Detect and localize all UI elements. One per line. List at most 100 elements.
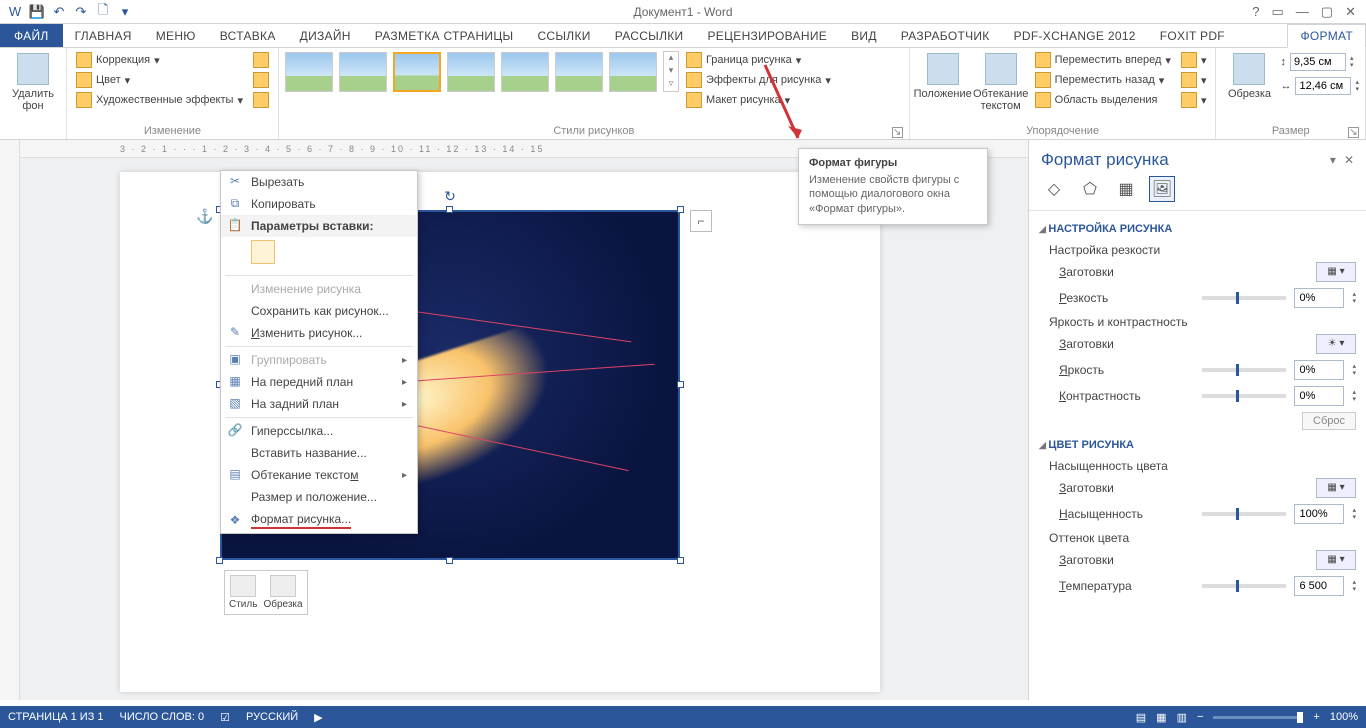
tab-insert[interactable]: ВСТАВКА (208, 24, 288, 47)
resize-handle[interactable] (677, 557, 684, 564)
layout-options-icon[interactable]: ⌐ (690, 210, 712, 232)
ribbon-display-icon[interactable]: ▭ (1272, 4, 1284, 20)
tab-pagelayout[interactable]: РАЗМЕТКА СТРАНИЦЫ (363, 24, 526, 47)
tab-file[interactable]: ФАЙЛ (0, 24, 63, 47)
fill-line-icon[interactable]: ◇ (1041, 176, 1067, 202)
wrap-text-button[interactable]: Обтекание текстом (974, 51, 1028, 114)
rotate-button[interactable]: ▾ (1178, 91, 1210, 109)
ctx-copy[interactable]: ⧉Копировать (221, 193, 417, 215)
sharpen-presets-button[interactable]: ▦ ▾ (1316, 262, 1356, 282)
redo-icon[interactable]: ↷ (72, 3, 90, 21)
ctx-send-back[interactable]: ▧На задний план▸ (221, 393, 417, 415)
color-button[interactable]: Цвет ▾ (73, 71, 246, 89)
view-print-icon[interactable]: ▤ (1136, 711, 1146, 724)
mini-style-button[interactable]: Стиль (229, 575, 257, 610)
section-picture-corrections[interactable]: НАСТРОЙКА РИСУНКА (1039, 217, 1356, 239)
page[interactable]: ⚓ ↻ ⌐ ✂Вырезать (120, 172, 880, 692)
ctx-cut[interactable]: ✂Вырезать (221, 171, 417, 193)
style-thumb[interactable] (393, 52, 441, 92)
close-icon[interactable]: ✕ (1345, 4, 1356, 20)
tab-foxit[interactable]: Foxit PDF (1148, 24, 1237, 47)
width-spinner[interactable]: ↔▴▾ (1280, 77, 1359, 95)
picture-layout-button[interactable]: Макет рисунка ▾ (683, 91, 834, 109)
artistic-effects-button[interactable]: Художественные эффекты ▾ (73, 91, 246, 109)
temperature-slider[interactable] (1202, 584, 1286, 588)
resize-handle[interactable] (446, 557, 453, 564)
style-thumb[interactable] (609, 52, 657, 92)
tab-pdfxchange[interactable]: PDF-XChange 2012 (1002, 24, 1148, 47)
word-count[interactable]: ЧИСЛО СЛОВ: 0 (120, 711, 205, 723)
zoom-slider[interactable] (1213, 716, 1303, 719)
undo-icon[interactable]: ↶ (50, 3, 68, 21)
macro-icon[interactable]: ▶ (314, 711, 322, 724)
style-thumb[interactable] (501, 52, 549, 92)
corrections-button[interactable]: Коррекция ▾ (73, 51, 246, 69)
tab-home[interactable]: ГЛАВНАЯ (63, 24, 144, 47)
style-thumb[interactable] (339, 52, 387, 92)
resize-handle[interactable] (446, 206, 453, 213)
reset-button[interactable]: Сброс (1302, 412, 1356, 430)
style-thumb[interactable] (555, 52, 603, 92)
send-backward-button[interactable]: Переместить назад ▾ (1032, 71, 1174, 89)
crop-button[interactable]: Обрезка (1222, 51, 1276, 102)
tab-references[interactable]: ССЫЛКИ (525, 24, 602, 47)
compress-button[interactable] (250, 51, 272, 69)
group-button[interactable]: ▾ (1178, 71, 1210, 89)
contrast-slider[interactable] (1202, 394, 1286, 398)
sharpness-slider[interactable] (1202, 296, 1286, 300)
style-thumb[interactable] (447, 52, 495, 92)
ctx-edit-picture[interactable]: ✎Изменить рисунок... (221, 322, 417, 344)
saturation-slider[interactable] (1202, 512, 1286, 516)
qat-customize-icon[interactable]: ▾ (116, 3, 134, 21)
position-button[interactable]: Положение (916, 51, 970, 102)
picture-styles-gallery[interactable]: ▴▾▿ (285, 51, 679, 92)
change-picture-button[interactable] (250, 71, 272, 89)
sat-presets-button[interactable]: ▦ ▾ (1316, 478, 1356, 498)
brightness-slider[interactable] (1202, 368, 1286, 372)
brightness-input[interactable] (1294, 360, 1344, 380)
contrast-input[interactable] (1294, 386, 1344, 406)
zoom-out-icon[interactable]: − (1197, 711, 1203, 723)
view-read-icon[interactable]: ▦ (1156, 711, 1166, 724)
zoom-in-icon[interactable]: + (1313, 711, 1319, 723)
rotate-handle-icon[interactable]: ↻ (444, 188, 456, 205)
pane-body[interactable]: НАСТРОЙКА РИСУНКА Настройка резкости Заг… (1029, 211, 1366, 700)
tab-mailings[interactable]: РАССЫЛКИ (603, 24, 696, 47)
maximize-icon[interactable]: ▢ (1321, 4, 1333, 20)
sharpness-input[interactable] (1294, 288, 1344, 308)
tab-design[interactable]: ДИЗАЙН (288, 24, 363, 47)
resize-handle[interactable] (216, 557, 223, 564)
tone-presets-button[interactable]: ▦ ▾ (1316, 550, 1356, 570)
tab-view[interactable]: ВИД (839, 24, 889, 47)
ctx-save-as-picture[interactable]: Сохранить как рисунок... (221, 300, 417, 322)
minimize-icon[interactable]: — (1296, 4, 1309, 20)
styles-launcher-icon[interactable]: ↘ (892, 127, 903, 138)
ctx-bring-front[interactable]: ▦На передний план▸ (221, 371, 417, 393)
ctx-insert-caption[interactable]: Вставить название... (221, 442, 417, 464)
tab-menu[interactable]: Меню (144, 24, 208, 47)
temperature-input[interactable] (1294, 576, 1344, 596)
help-icon[interactable]: ? (1252, 4, 1259, 20)
save-icon[interactable]: 💾 (28, 3, 46, 21)
reset-picture-button[interactable] (250, 91, 272, 109)
zoom-value[interactable]: 100% (1330, 711, 1358, 723)
ctx-size-position[interactable]: Размер и положение... (221, 486, 417, 508)
language-indicator[interactable]: РУССКИЙ (246, 711, 298, 723)
section-picture-color[interactable]: ЦВЕТ РИСУНКА (1039, 433, 1356, 455)
pane-close-icon[interactable]: ✕ (1344, 153, 1354, 167)
paste-option-icon[interactable] (251, 240, 275, 264)
bc-presets-button[interactable]: ☀ ▾ (1316, 334, 1356, 354)
tab-review[interactable]: РЕЦЕНЗИРОВАНИЕ (695, 24, 839, 47)
style-thumb[interactable] (285, 52, 333, 92)
picture-border-button[interactable]: Граница рисунка ▾ (683, 51, 834, 69)
layout-tab-icon[interactable]: ▦ (1113, 176, 1139, 202)
picture-tab-icon[interactable]: 🖼 (1149, 176, 1175, 202)
page-indicator[interactable]: СТРАНИЦА 1 ИЗ 1 (8, 711, 104, 723)
resize-handle[interactable] (677, 381, 684, 388)
view-web-icon[interactable]: ▥ (1177, 711, 1187, 724)
remove-bg-button[interactable]: Удалить фон (6, 51, 60, 114)
size-launcher-icon[interactable]: ↘ (1348, 127, 1359, 138)
selection-pane-button[interactable]: Область выделения (1032, 91, 1174, 109)
ctx-format-picture[interactable]: ❖Формат рисунка... (221, 508, 417, 533)
resize-handle[interactable] (677, 206, 684, 213)
